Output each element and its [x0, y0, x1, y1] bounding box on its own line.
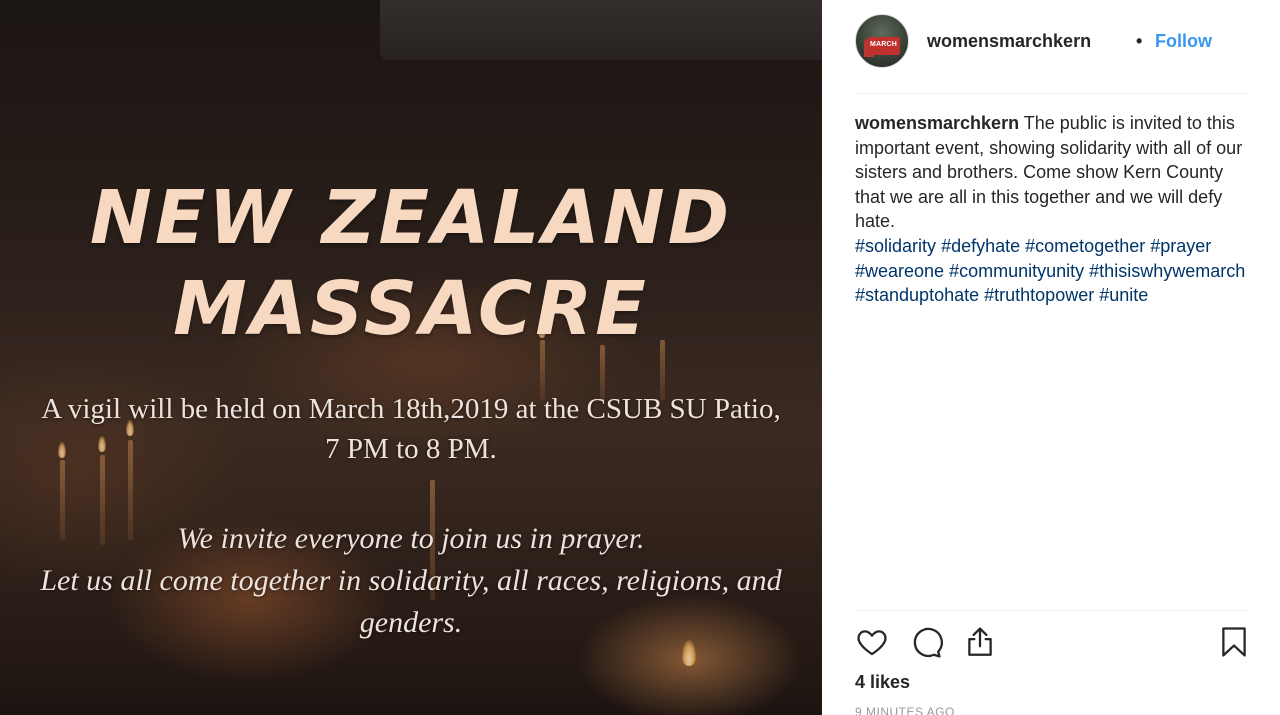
headline-line-1: NEW ZEALAND — [89, 175, 733, 261]
invite-line-2: Let us all come together in solidarity, … — [40, 564, 782, 597]
hashtag[interactable]: #standuptohate — [855, 285, 979, 305]
invite-line-1: We invite everyone to join us in prayer. — [177, 522, 645, 555]
bookmark-icon[interactable] — [1217, 625, 1251, 659]
post-caption: womensmarchkern The public is invited to… — [855, 111, 1253, 308]
hashtag[interactable]: #communityunity — [949, 261, 1084, 281]
post-side-panel: MARCH womensmarchkern • Follow womensmar… — [822, 0, 1280, 715]
header-separator: • — [1136, 31, 1143, 51]
post-actions: 4 likes 9 MINUTES AGO — [855, 610, 1248, 715]
vigil-details-line-1: A vigil will be held on March 18th,2019 … — [41, 393, 781, 425]
hashtag[interactable]: #weareone — [855, 261, 944, 281]
hashtag[interactable]: #thisiswhywemarch — [1089, 261, 1245, 281]
share-icon[interactable] — [963, 625, 997, 659]
vigil-details-line-2: 7 PM to 8 PM. — [325, 433, 497, 465]
header-username[interactable]: womensmarchkern — [927, 31, 1091, 52]
hashtag[interactable]: #truthtopower — [984, 285, 1094, 305]
post-image[interactable]: NEW ZEALAND MASSACRE A vigil will be hel… — [0, 0, 822, 715]
hashtag[interactable]: #unite — [1099, 285, 1148, 305]
post-header: MARCH womensmarchkern • Follow — [855, 14, 1248, 94]
hashtag[interactable]: #defyhate — [941, 236, 1020, 256]
comment-icon[interactable] — [909, 625, 943, 659]
invite-line-3: genders. — [359, 606, 463, 639]
post-timestamp[interactable]: 9 MINUTES AGO — [855, 705, 955, 715]
headline-line-2: MASSACRE — [173, 266, 649, 352]
heart-icon[interactable] — [855, 625, 889, 659]
hashtag[interactable]: #solidarity — [855, 236, 936, 256]
candle-flame — [682, 640, 696, 666]
likes-count[interactable]: 4 likes — [855, 672, 910, 693]
avatar[interactable]: MARCH — [855, 14, 909, 68]
hashtag[interactable]: #cometogether — [1025, 236, 1145, 256]
background-lamp — [380, 0, 822, 60]
caption-username[interactable]: womensmarchkern — [855, 113, 1019, 133]
caption-hashtags: #solidarity #defyhate #cometogether #pra… — [855, 234, 1253, 308]
hashtag[interactable]: #prayer — [1150, 236, 1211, 256]
avatar-badge-text: MARCH — [870, 41, 898, 48]
follow-button[interactable]: Follow — [1155, 31, 1212, 52]
